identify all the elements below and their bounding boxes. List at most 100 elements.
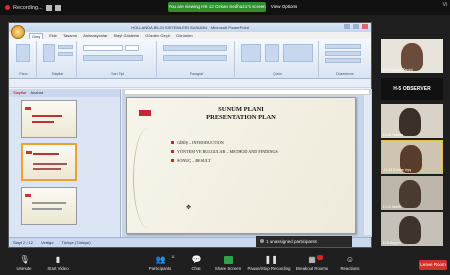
office-button-icon[interactable]: [11, 25, 25, 39]
reactions-icon: ☺: [345, 255, 355, 264]
group-label: Yazı Tipi: [110, 72, 125, 76]
move-cursor-icon: ✥: [186, 205, 192, 211]
slide-thumbnail[interactable]: [21, 187, 77, 225]
select-button[interactable]: [325, 58, 361, 63]
replace-button[interactable]: [325, 51, 361, 56]
new-slide-button[interactable]: [43, 44, 55, 62]
ruler: [125, 90, 369, 95]
participants-icon: 👥: [155, 255, 166, 264]
thumb-line: [33, 163, 67, 165]
status-slide-number: Slayt 2 / 12: [13, 240, 34, 245]
current-slide[interactable]: SUNUM PLANI PRESENTATION PLAN GİRİŞ – IN…: [126, 97, 356, 234]
breakout-rooms-icon: ▦: [308, 255, 316, 264]
video-off-icon: ▮: [55, 255, 61, 264]
list-buttons[interactable]: [163, 45, 227, 51]
thumb-accent: [25, 194, 31, 197]
thumb-line: [32, 202, 66, 204]
participant-name: H-5 Akgün: [383, 241, 401, 245]
pause-recording-icon[interactable]: [45, 4, 52, 11]
observer-tile[interactable]: H-5 OBSERVER: [381, 78, 443, 100]
vertical-scrollbar[interactable]: [364, 95, 371, 235]
share-screen-label: Share Screen: [214, 266, 242, 271]
group-drawing: Çizim: [237, 41, 319, 77]
slide-title[interactable]: SUNUM PLANI PRESENTATION PLAN: [127, 106, 355, 122]
participant-name: H-12 Emine Ayş: [384, 168, 412, 172]
recording-label: Recording...: [13, 4, 43, 11]
reactions-label: Reactions: [340, 266, 360, 271]
font-name-select[interactable]: [83, 45, 123, 51]
shared-screen: HOLLANDA BİLGİ SİSTEMLERİ SUNUMU · Micro…: [8, 22, 372, 248]
breakout-badge: [317, 255, 323, 260]
stop-recording-icon[interactable]: [54, 4, 61, 11]
start-video-button[interactable]: ▮ Start Video: [36, 255, 80, 272]
unassigned-participants-banner[interactable]: 1 unassigned participants: [256, 236, 352, 247]
record-dot-icon: [5, 5, 10, 10]
paste-button[interactable]: [16, 44, 30, 62]
find-button[interactable]: [325, 44, 361, 49]
layout-button[interactable]: [58, 45, 73, 49]
bullet-item: GİRİŞ – INTRODUCTION: [171, 140, 278, 145]
video-tile[interactable]: H-12 Hasan: [381, 104, 443, 138]
participants-label: Participants: [148, 266, 172, 271]
pause-stop-icon: ❚❚: [264, 255, 278, 264]
quick-styles-button[interactable]: [283, 44, 313, 62]
group-label: Slaytlar: [51, 72, 64, 76]
participant-name: H-5 Gurgül Özgül: [383, 68, 413, 72]
group-label: Çizim: [273, 72, 282, 76]
thumb-line: [32, 115, 62, 117]
bullet-item: YÖNTEM VE BULGULAR – METHOD AND FINDINGS: [171, 149, 278, 154]
thumb-accent: [25, 107, 31, 110]
chat-icon: 💬: [191, 255, 202, 264]
microphone-muted-icon: 🎙: [19, 255, 30, 264]
meeting-toolbar: 🎙 Unmute ▮ Start Video 👥 11 Participants…: [0, 254, 450, 275]
view-options-button[interactable]: View Options: [269, 2, 299, 12]
participant-name: H-12 Hasan: [383, 133, 404, 137]
participant-name: H-11 Melih: [383, 205, 402, 209]
leave-room-button[interactable]: Leave Room: [419, 260, 447, 270]
participant-video: [401, 43, 423, 71]
slide-thumbnail-selected[interactable]: [21, 143, 77, 181]
status-theme: Vertigo: [41, 240, 54, 245]
group-paragraph: Paragraf: [159, 41, 235, 77]
ribbon: Pano Slaytlar Yazı Tipi Paragraf Çizim D…: [9, 39, 371, 79]
slide-thumbnail[interactable]: [21, 100, 77, 138]
reset-button[interactable]: [58, 52, 73, 56]
participant-video: [399, 108, 421, 136]
slide-title-line2: PRESENTATION PLAN: [206, 114, 276, 121]
close-icon[interactable]: [362, 24, 368, 29]
arrange-button[interactable]: [265, 44, 279, 62]
pause-stop-recording-button[interactable]: ❚❚ Pause/Stop Recording: [244, 255, 294, 272]
group-slides: Slaytlar: [39, 41, 77, 77]
video-tile[interactable]: H-5 Gurgül Özgül: [381, 39, 443, 73]
slide-title-line1: SUNUM PLANI: [218, 106, 264, 113]
participant-video: [399, 180, 421, 208]
group-clipboard: Pano: [11, 41, 37, 77]
thumb-accent: [26, 151, 32, 154]
tab-slides-pane[interactable]: Slaytlar: [13, 89, 26, 97]
group-editing: Düzenleme: [321, 41, 369, 77]
view-toggle[interactable]: Vi: [443, 2, 447, 8]
thumb-line: [33, 168, 61, 170]
shapes-gallery[interactable]: [241, 44, 261, 62]
video-tile[interactable]: H-5 Akgün: [381, 212, 443, 246]
slides-pane: Slaytlar Anahat: [9, 89, 121, 237]
quick-access-toolbar: [9, 80, 371, 88]
chat-label: Chat: [191, 266, 201, 271]
pause-stop-label: Pause/Stop Recording: [247, 266, 291, 271]
video-tile-active-speaker[interactable]: H-12 Emine Ayş: [381, 140, 443, 174]
slide-bullet-list[interactable]: GİRİŞ – INTRODUCTION YÖNTEM VE BULGULAR …: [171, 140, 278, 167]
minimize-icon[interactable]: [344, 24, 350, 29]
start-video-label: Start Video: [47, 266, 69, 271]
group-label: Düzenleme: [336, 72, 354, 76]
tab-outline-pane[interactable]: Anahat: [30, 89, 43, 97]
breakout-label: Breakout Rooms: [295, 266, 328, 271]
ppt-window-title: HOLLANDA BİLGİ SİSTEMLERİ SUNUMU · Micro…: [9, 23, 371, 32]
align-buttons[interactable]: [163, 55, 227, 61]
font-format-buttons[interactable]: [83, 55, 143, 61]
video-tile[interactable]: H-11 Melih: [381, 176, 443, 210]
group-font: Yazı Tipi: [79, 41, 157, 77]
thumb-line: [33, 153, 59, 155]
font-size-select[interactable]: [125, 45, 139, 51]
reactions-button[interactable]: ☺ Reactions: [328, 255, 372, 272]
maximize-icon[interactable]: [353, 24, 359, 29]
